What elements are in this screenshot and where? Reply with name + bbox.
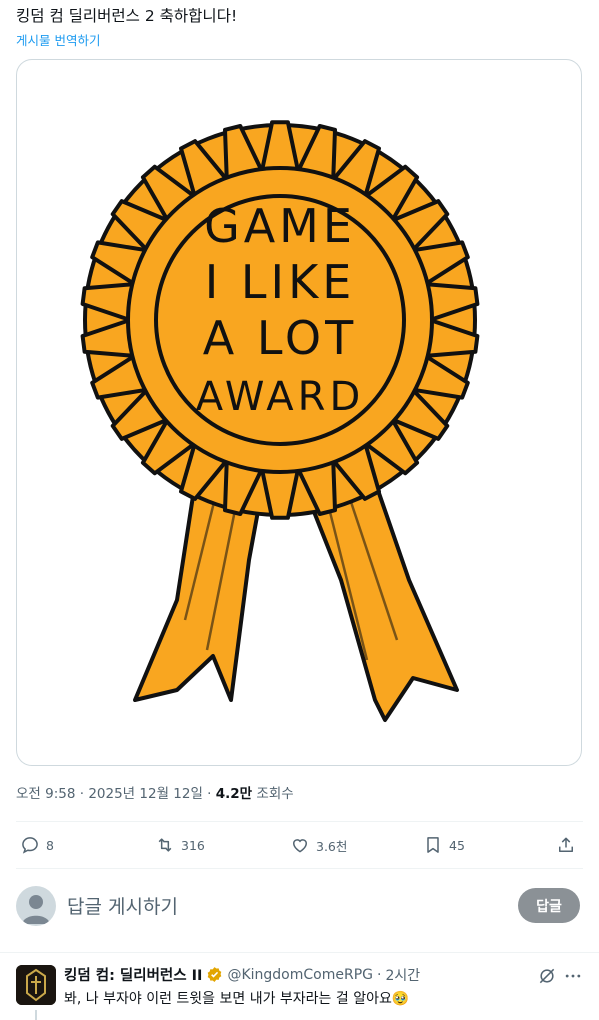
share-action[interactable] (556, 823, 576, 867)
action-bar: 8 316 3.6천 45 (16, 823, 583, 867)
avatar (16, 886, 56, 926)
bookmark-count: 45 (449, 837, 465, 853)
meta-separator: · (75, 786, 89, 802)
repost-icon (158, 838, 172, 852)
verified-badge-icon[interactable] (206, 966, 223, 983)
reply-action[interactable]: 8 (20, 823, 54, 867)
bookmark-icon (427, 837, 439, 853)
meta-separator: · (202, 786, 216, 802)
heart-icon (292, 839, 308, 853)
reply-submit-button[interactable]: 답글 (518, 888, 580, 923)
award-line-4: AWARD (196, 374, 365, 420)
avatar[interactable] (16, 965, 56, 1005)
grok-icon[interactable] (537, 966, 557, 986)
award-ribbon-image: GAME I LIKE A LOT AWARD (80, 120, 480, 722)
like-count: 3.6천 (316, 838, 348, 854)
tweet-text: 킹덤 컴 딜리버런스 2 축하합니다! (16, 7, 238, 25)
translate-post-link[interactable]: 게시물 번역하기 (16, 30, 100, 49)
repost-action[interactable]: 316 (155, 823, 205, 867)
tweet-time[interactable]: 오전 9:58 (16, 786, 75, 802)
divider (0, 952, 599, 953)
reply-header: 킹덤 컴: 딜리버런스 II @KingdomComeRPG · 2시간 (64, 964, 420, 985)
divider (16, 868, 583, 869)
reply-author-handle[interactable]: @KingdomComeRPG (227, 967, 373, 983)
reply-composer: 답글 게시하기 답글 (16, 880, 583, 930)
tweet-date[interactable]: 2025년 12월 12일 (88, 786, 203, 802)
kingdom-come-logo-icon (16, 965, 56, 1005)
reply-time[interactable]: 2시간 (385, 965, 420, 985)
meta-separator: · (376, 966, 382, 983)
divider (16, 821, 583, 822)
like-action[interactable]: 3.6천 (290, 823, 347, 867)
more-options-icon[interactable] (562, 966, 584, 986)
reply-icon (22, 837, 38, 854)
repost-count: 316 (181, 837, 205, 853)
bookmark-action[interactable]: 45 (423, 823, 465, 867)
views-count: 4.2만 (215, 786, 253, 802)
views-label: 조회수 (252, 786, 294, 802)
award-line-2: I LIKE (205, 255, 356, 309)
share-icon (559, 837, 573, 852)
award-line-3: A LOT (203, 311, 357, 365)
default-avatar-icon (22, 895, 50, 924)
thread-connector-line (35, 1010, 37, 1020)
reply-count: 8 (46, 837, 54, 853)
award-line-1: GAME (204, 199, 356, 253)
reply-text: 봐, 나 부자야 이런 트윗을 보면 내가 부자라는 걸 알아요🥹 (64, 991, 410, 1007)
tweet-media[interactable]: GAME I LIKE A LOT AWARD (16, 59, 582, 766)
reply-input[interactable]: 답글 게시하기 (67, 892, 178, 919)
tweet-metadata: 오전 9:58 · 2025년 12월 12일 · 4.2만 조회수 (16, 782, 294, 802)
reply-author-name[interactable]: 킹덤 컴: 딜리버런스 II (64, 964, 202, 985)
